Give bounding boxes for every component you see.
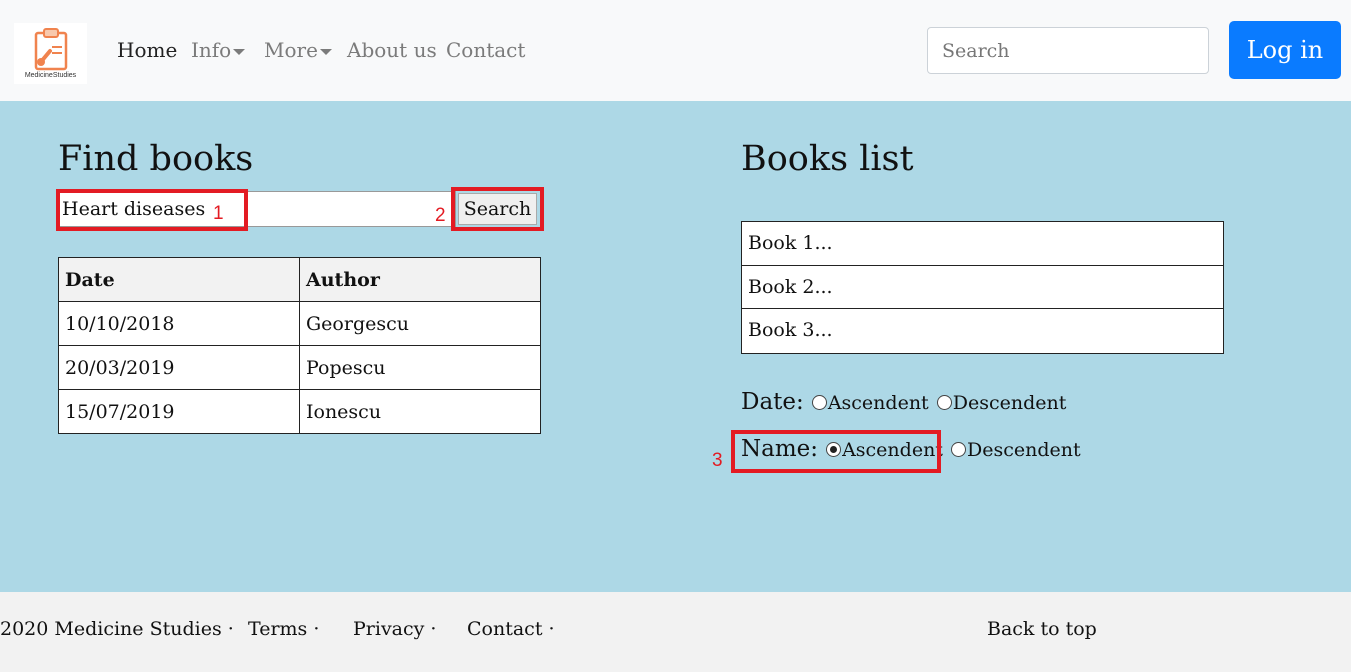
date-ascendent-radio[interactable] xyxy=(811,395,827,410)
nav-info-dropdown[interactable]: Info xyxy=(191,38,246,62)
footer-copyright: 2020 Medicine Studies · xyxy=(0,618,234,640)
cell-date: 15/07/2019 xyxy=(58,389,300,434)
results-table: Date Author 10/10/2018 Georgescu 20/03/2… xyxy=(58,257,541,434)
cell-author: Popescu xyxy=(299,345,541,390)
name-descendent-label[interactable]: Descendent xyxy=(967,439,1081,461)
footer-privacy-link[interactable]: Privacy · xyxy=(353,618,436,640)
clipboard-icon xyxy=(34,28,68,71)
table-row: 10/10/2018 Georgescu xyxy=(58,301,541,346)
list-item[interactable]: Book 1... xyxy=(742,222,1223,266)
caret-down-icon xyxy=(319,48,332,55)
footer-terms-link[interactable]: Terms · xyxy=(248,618,319,640)
annotation-label-2: 2 xyxy=(435,205,446,226)
cell-date: 20/03/2019 xyxy=(58,345,300,390)
nav-more-label: More xyxy=(264,38,318,62)
date-sort-group: Date: Ascendent Descendent xyxy=(741,389,1066,415)
brand-text: MedicineStudies xyxy=(24,72,77,79)
find-books-title: Find books xyxy=(58,139,254,179)
table-row: 20/03/2019 Popescu xyxy=(58,345,541,390)
cell-author: Georgescu xyxy=(299,301,541,346)
annotation-label-1: 1 xyxy=(213,203,224,224)
nav-about-us[interactable]: About us xyxy=(347,38,437,62)
caret-down-icon xyxy=(233,48,246,55)
footer-contact-link[interactable]: Contact · xyxy=(467,618,555,640)
navbar-search-input[interactable] xyxy=(927,27,1209,74)
annotation-box-3 xyxy=(731,430,941,473)
nav-home[interactable]: Home xyxy=(117,38,177,62)
nav-more-dropdown[interactable]: More xyxy=(264,38,332,62)
list-item[interactable]: Book 3... xyxy=(742,309,1223,353)
nav-contact[interactable]: Contact xyxy=(446,38,525,62)
annotation-box-2 xyxy=(451,187,544,231)
back-to-top-link[interactable]: Back to top xyxy=(987,618,1097,640)
list-item[interactable]: Book 2... xyxy=(742,266,1223,310)
annotation-label-3: 3 xyxy=(712,450,723,471)
cell-author: Ionescu xyxy=(299,389,541,434)
column-header-author: Author xyxy=(299,257,541,302)
books-list: Book 1... Book 2... Book 3... xyxy=(741,221,1224,354)
date-descendent-label[interactable]: Descendent xyxy=(953,392,1067,414)
navbar: MedicineStudies Home Info More About us … xyxy=(0,0,1351,101)
brand-logo[interactable]: MedicineStudies xyxy=(14,23,87,84)
name-descendent-radio[interactable] xyxy=(950,442,966,457)
table-header-row: Date Author xyxy=(58,257,541,302)
footer: 2020 Medicine Studies · Terms · Privacy … xyxy=(0,592,1351,672)
cell-date: 10/10/2018 xyxy=(58,301,300,346)
login-button[interactable]: Log in xyxy=(1229,21,1341,79)
date-descendent-radio[interactable] xyxy=(936,395,952,410)
date-sort-label: Date: xyxy=(741,389,804,415)
nav-info-label: Info xyxy=(191,38,232,62)
books-list-title: Books list xyxy=(741,139,914,179)
table-row: 15/07/2019 Ionescu xyxy=(58,389,541,434)
column-header-date: Date xyxy=(58,257,300,302)
date-ascendent-label[interactable]: Ascendent xyxy=(828,392,929,414)
